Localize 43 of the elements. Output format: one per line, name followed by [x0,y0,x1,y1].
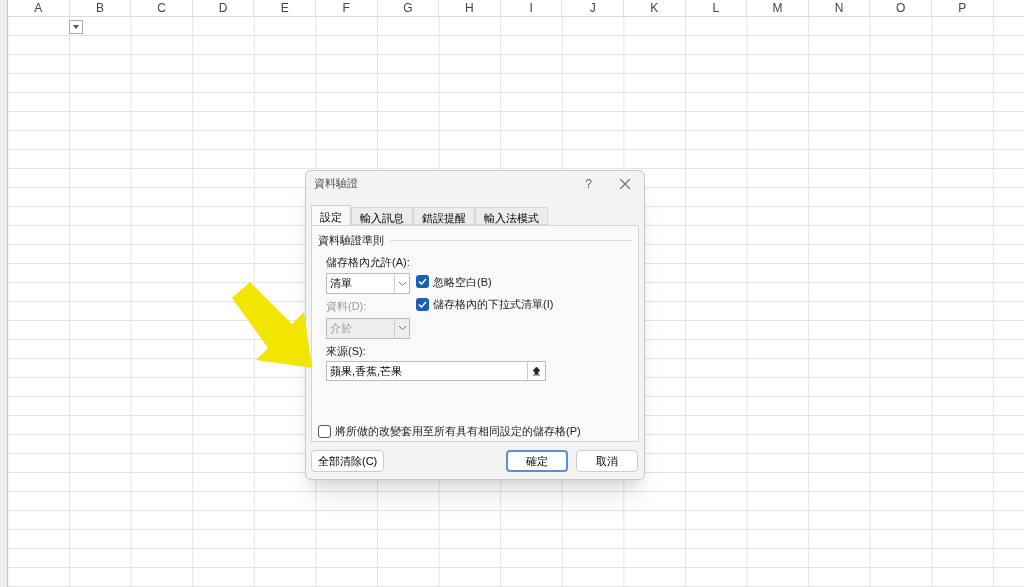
dialog-tab[interactable]: 輸入法模式 [475,207,548,225]
dialog-title: 資料驗證 [314,176,358,192]
help-button[interactable]: ? [585,174,592,193]
column-header[interactable]: L [685,0,748,16]
column-header[interactable]: H [439,0,501,16]
checkbox-label: 將所做的改變套用至所有具有相同設定的儲存格(P) [335,424,581,439]
column-header[interactable]: A [8,0,70,16]
clear-all-button[interactable]: 全部清除(C) [311,450,385,472]
close-icon[interactable] [620,178,630,189]
ok-button[interactable]: 確定 [506,450,568,472]
column-header[interactable]: N [808,0,871,16]
dialog-tab[interactable]: 設定 [311,205,351,225]
dialog-tab[interactable]: 輸入訊息 [351,207,413,225]
collapse-icon[interactable] [532,366,541,376]
column-header[interactable]: F [315,0,378,16]
column-header[interactable]: O [870,0,932,16]
chevron-icon [397,325,407,331]
column-header[interactable]: I [500,0,563,16]
allow-dropdown[interactable]: 清單 [326,273,410,294]
column-header[interactable]: J [562,0,624,16]
source-field[interactable]: 蘋果,香蕉,芒果 [326,361,546,381]
section-title: 資料驗證準則 [318,233,384,248]
column-header[interactable]: E [254,0,316,16]
column-header[interactable]: C [131,0,193,16]
column-header[interactable]: D [192,0,255,16]
checkbox[interactable] [318,424,331,438]
checkbox[interactable] [416,297,429,311]
caret-icon [73,25,79,29]
dialog-tab[interactable]: 錯誤提醒 [413,207,475,225]
checkbox[interactable] [416,275,429,289]
column-header[interactable]: B [69,0,132,16]
chevron-icon [397,280,407,287]
column-header[interactable]: K [623,0,686,16]
column-header[interactable]: G [377,0,440,16]
cancel-button[interactable]: 取消 [576,450,638,472]
checkbox-label: 儲存格內的下拉式清單(I) [433,297,554,312]
field-label: 儲存格內允許(A): [326,254,411,270]
checkbox-label: 忽略空白(B) [433,274,492,290]
column-header[interactable]: P [931,0,994,16]
cell-dropdown-button[interactable] [69,20,83,34]
field-label: 資料(D): [326,299,368,314]
column-header[interactable]: M [747,0,809,16]
field-label: 來源(S): [325,343,367,359]
